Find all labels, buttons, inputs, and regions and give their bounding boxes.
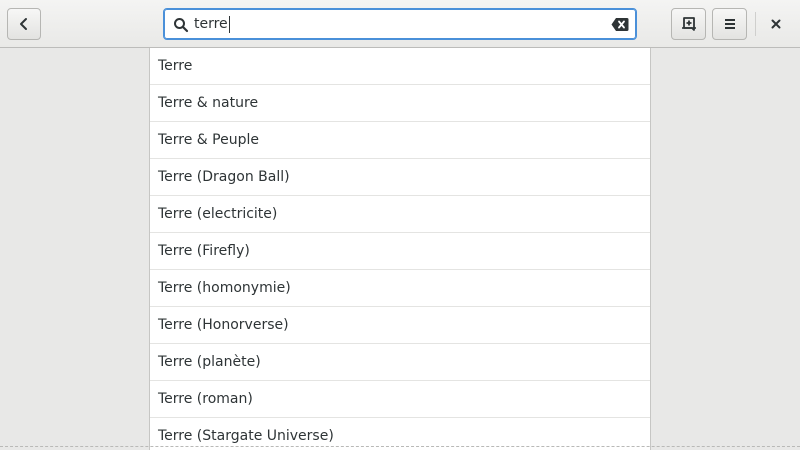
result-label: Terre (planète)	[158, 354, 261, 370]
result-label: Terre (Stargate Universe)	[158, 428, 334, 444]
close-button[interactable]	[760, 8, 792, 40]
result-item[interactable]: Terre & Peuple	[150, 122, 650, 159]
result-item[interactable]: Terre & nature	[150, 85, 650, 122]
chevron-left-icon	[20, 18, 27, 30]
search-input-text[interactable]: terre	[194, 16, 230, 33]
result-item[interactable]: Terre (Honorverse)	[150, 307, 650, 344]
result-item[interactable]: Terre (Dragon Ball)	[150, 159, 650, 196]
result-label: Terre & nature	[158, 95, 259, 111]
result-label: Terre	[158, 58, 193, 74]
result-label: Terre (electricite)	[158, 206, 278, 222]
menu-icon	[724, 19, 735, 29]
text-caret	[228, 16, 230, 33]
search-value: terre	[194, 16, 228, 32]
result-item[interactable]: Terre (planète)	[150, 344, 650, 381]
result-item[interactable]: Terre (homonymie)	[150, 270, 650, 307]
search-input[interactable]: terre	[163, 8, 637, 40]
header-bar: terre	[0, 0, 800, 48]
bottom-border	[0, 446, 800, 447]
bookmark-add-icon	[681, 17, 696, 31]
search-icon	[174, 18, 189, 33]
result-label: Terre & Peuple	[158, 132, 259, 148]
search-results-list: Terre Terre & nature Terre & Peuple Terr…	[149, 48, 651, 450]
result-label: Terre (Honorverse)	[158, 317, 289, 333]
result-item[interactable]: Terre (Firefly)	[150, 233, 650, 270]
result-label: Terre (roman)	[158, 391, 253, 407]
result-label: Terre (Dragon Ball)	[158, 169, 290, 185]
result-item[interactable]: Terre	[150, 48, 650, 85]
back-button[interactable]	[7, 8, 41, 40]
menu-button[interactable]	[712, 8, 747, 40]
result-item[interactable]: Terre (electricite)	[150, 196, 650, 233]
result-label: Terre (Firefly)	[158, 243, 250, 259]
header-separator	[755, 12, 756, 36]
add-bookmark-button[interactable]	[671, 8, 706, 40]
close-icon	[771, 19, 781, 29]
result-item[interactable]: Terre (roman)	[150, 381, 650, 418]
clear-icon[interactable]	[611, 17, 629, 32]
result-label: Terre (homonymie)	[158, 280, 291, 296]
